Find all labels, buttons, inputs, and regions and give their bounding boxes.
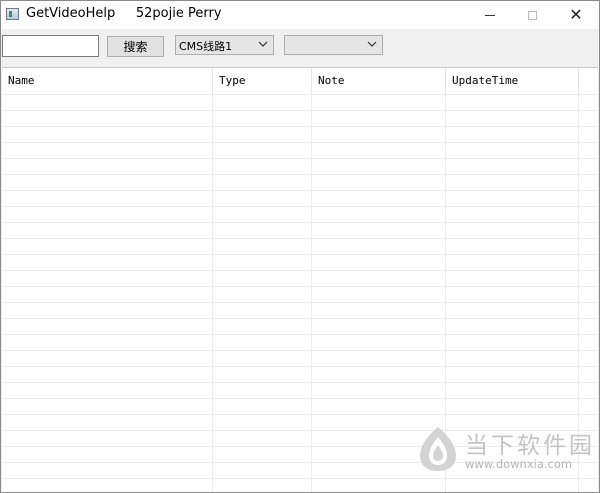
maximize-icon [527,10,537,20]
window-title: GetVideoHelp 52pojie Perry [26,6,222,21]
downxia-logo-icon [420,427,456,471]
column-header-note[interactable]: Note [312,68,446,94]
watermark-url: www.downxia.com [465,457,573,471]
toolbar: 搜索 CMS线路1 [1,29,599,65]
category-select[interactable] [284,35,383,55]
title-bar[interactable]: GetVideoHelp 52pojie Perry ✕ [1,1,599,29]
column-header-type[interactable]: Type [213,68,312,94]
maximize-button[interactable] [509,1,555,29]
table-header: Name Type Note UpdateTime [2,68,598,95]
search-input[interactable] [2,35,99,57]
minimize-button[interactable] [467,1,513,29]
column-header-updatetime[interactable]: UpdateTime [446,68,579,94]
column-header-name[interactable]: Name [2,68,213,94]
app-window: GetVideoHelp 52pojie Perry ✕ 搜索 CMS线路1 N… [0,0,600,493]
minimize-icon [485,14,495,16]
source-line-value: CMS线路1 [179,40,233,53]
search-button[interactable]: 搜索 [107,36,164,57]
app-window-icon [6,8,19,20]
source-line-select[interactable]: CMS线路1 [175,35,274,55]
chevron-down-icon [367,41,377,47]
close-icon: ✕ [569,5,583,24]
chevron-down-icon [258,41,268,47]
watermark-brand: 当下软件园 [465,433,595,459]
close-button[interactable]: ✕ [553,1,599,29]
watermark: 当下软件园 www.downxia.com [413,421,592,481]
